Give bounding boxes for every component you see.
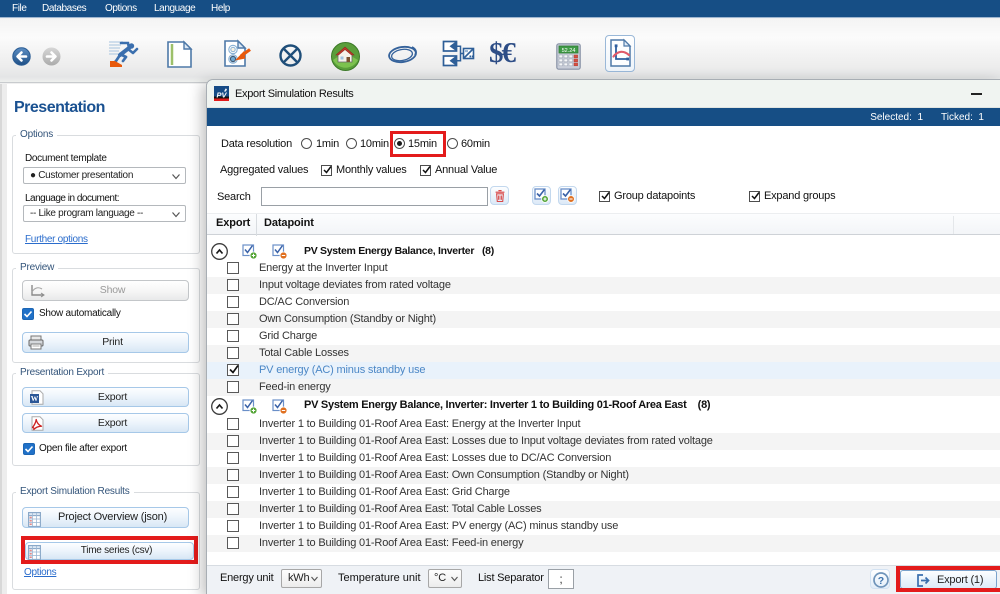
svg-text:PV: PV — [216, 91, 227, 100]
svg-text:W: W — [31, 394, 39, 403]
svg-text:52.24: 52.24 — [562, 48, 576, 54]
svg-text:?: ? — [878, 575, 884, 587]
